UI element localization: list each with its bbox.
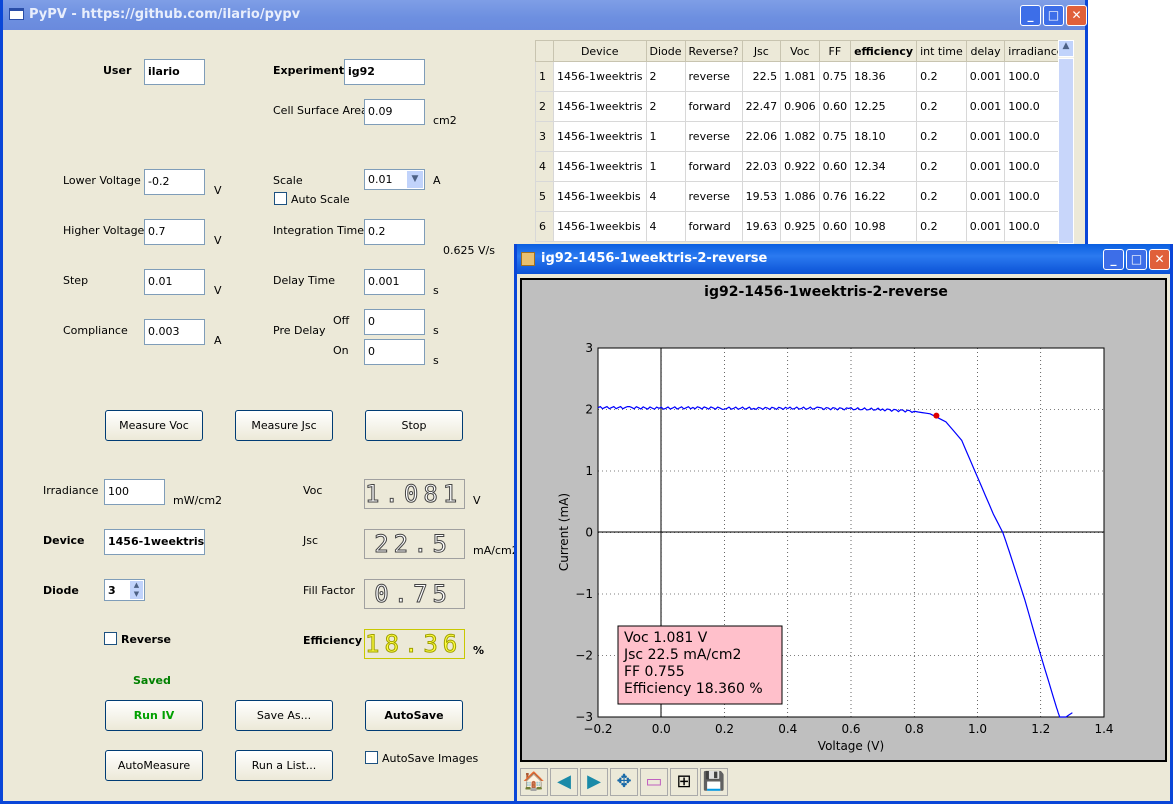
y-tick-label: 0	[585, 526, 593, 540]
iv-chart: ig92-1456-1weektris-2-reverse −0.2 0.0 0.2…	[557, 284, 1114, 753]
x-tick-label: 1.0	[968, 722, 987, 736]
chart-title: ig92-1456-1weektris-2-reverse	[704, 284, 948, 300]
mpp-point	[933, 412, 940, 419]
x-tick-label: 0.8	[905, 722, 924, 736]
annotation-line: FF 0.755	[624, 664, 685, 680]
x-tick-label: 0.0	[652, 722, 671, 736]
y-axis-label: Current (mA)	[557, 493, 571, 571]
x-axis-label: Voltage (V)	[818, 739, 884, 753]
x-tick-label: 0.6	[841, 722, 860, 736]
annotation-line: Voc 1.081 V	[624, 630, 708, 646]
y-tick-label: −3	[575, 710, 593, 724]
y-tick-label: 3	[585, 341, 593, 355]
x-tick-label: 1.4	[1094, 722, 1113, 736]
y-tick-label: 1	[585, 464, 593, 478]
y-tick-label: −1	[575, 587, 593, 601]
x-tick-label: 0.2	[715, 722, 734, 736]
x-tick-label: 0.4	[778, 722, 797, 736]
annotation-line: Jsc 22.5 mA/cm2	[623, 647, 741, 663]
x-tick-label: 1.2	[1031, 722, 1050, 736]
y-tick-label: −2	[575, 649, 593, 663]
y-tick-label: 2	[585, 403, 593, 417]
annotation-line: Efficiency 18.360 %	[624, 681, 763, 697]
x-tick-label: −0.2	[583, 722, 612, 736]
